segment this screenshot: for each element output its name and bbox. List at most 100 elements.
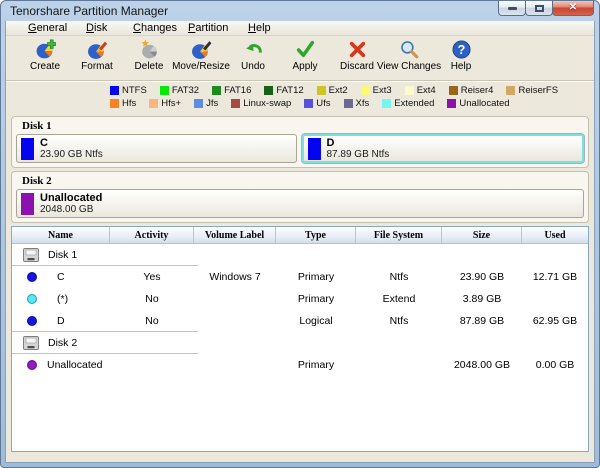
table-row-disk2[interactable]: Disk 2 [12, 332, 588, 354]
legend-reiserfs: ReiserFS [506, 85, 558, 96]
col-used[interactable]: Used [522, 227, 588, 243]
row-name: Disk 1 [48, 249, 77, 261]
filesystem-legend: NTFS FAT32 FAT16 FAT12 Ext2 Ext3 Ext4 Re… [6, 82, 594, 113]
legend-ntfs: NTFS [110, 85, 147, 96]
client-area: General Disk Changes Partition Help Crea… [5, 21, 595, 463]
partition-block-d[interactable]: D 87.89 GB Ntfs [302, 134, 585, 163]
table-header: Name Activity Volume Label Type File Sys… [12, 227, 588, 244]
reiser4-swatch [449, 86, 458, 95]
table-row-c[interactable]: C Yes Windows 7 Primary Ntfs 23.90 GB 12… [12, 266, 588, 288]
help-button[interactable]: ? Help [435, 39, 487, 80]
maximize-button[interactable] [525, 1, 553, 16]
legend-fat32: FAT32 [160, 85, 199, 96]
partition-c-info: 23.90 GB Ntfs [40, 149, 103, 160]
fat32-swatch [160, 86, 169, 95]
table-row-extended[interactable]: (*) No Primary Extend 3.89 GB [12, 288, 588, 310]
minimize-button[interactable] [498, 1, 526, 16]
legend-ufs: Ufs [304, 98, 330, 109]
ext3-swatch [361, 86, 370, 95]
disk1-panel: Disk 1 C 23.90 GB Ntfs D 87.89 GB Ntfs [11, 116, 589, 168]
hfsplus-swatch [149, 99, 158, 108]
row-name: (*) [57, 293, 68, 305]
disk1-label: Disk 1 [15, 119, 585, 134]
close-icon: ✕ [569, 3, 577, 13]
legend-extended: Extended [382, 98, 434, 109]
discard-button[interactable]: Discard [331, 39, 383, 80]
legend-jfs: Jfs [194, 98, 218, 109]
reiserfs-swatch [506, 86, 515, 95]
menu-partition[interactable]: Partition [186, 21, 246, 35]
menu-disk[interactable]: Disk [84, 21, 131, 35]
table-row-disk1[interactable]: Disk 1 [12, 244, 588, 266]
caption-buttons: ✕ [499, 1, 594, 16]
col-volume-label[interactable]: Volume Label [194, 227, 276, 243]
discard-icon [347, 39, 368, 60]
col-file-system[interactable]: File System [356, 227, 442, 243]
legend-fat12: FAT12 [264, 85, 303, 96]
partition-dot-icon [27, 272, 37, 282]
close-button[interactable]: ✕ [552, 1, 594, 16]
fat16-swatch [212, 86, 221, 95]
legend-hfsplus: Hfs+ [149, 98, 181, 109]
col-type[interactable]: Type [276, 227, 356, 243]
fat12-swatch [264, 86, 273, 95]
partition-d-color [308, 138, 321, 160]
table-row-d[interactable]: D No Logical Ntfs 87.89 GB 62.95 GB [12, 310, 588, 332]
delete-icon [139, 39, 160, 60]
col-activity[interactable]: Activity [110, 227, 194, 243]
disk2-label: Disk 2 [15, 174, 585, 189]
legend-row-1: NTFS FAT32 FAT16 FAT12 Ext2 Ext3 Ext4 Re… [110, 84, 594, 97]
legend-hfs: Hfs [110, 98, 136, 109]
undo-icon [243, 39, 264, 60]
maximize-icon [535, 5, 544, 12]
partition-c-color [21, 138, 34, 160]
toolbar: Create Format Delete [6, 36, 594, 80]
disk1-partition-map: C 23.90 GB Ntfs D 87.89 GB Ntfs [15, 134, 585, 163]
menu-help[interactable]: Help [246, 21, 286, 35]
jfs-swatch [194, 99, 203, 108]
legend-ext3: Ext3 [361, 85, 392, 96]
menu-changes[interactable]: Changes [131, 21, 186, 35]
row-name: C [57, 271, 65, 283]
move-resize-icon [191, 39, 212, 60]
create-icon [35, 39, 56, 60]
view-changes-button[interactable]: View Changes [383, 39, 435, 80]
hfs-swatch [110, 99, 119, 108]
create-button[interactable]: Create [19, 39, 71, 80]
row-name: Unallocated [47, 359, 102, 371]
partition-table: Name Activity Volume Label Type File Sys… [11, 226, 589, 452]
disk-drive-icon [23, 248, 39, 262]
format-icon [87, 39, 108, 60]
ext2-swatch [317, 86, 326, 95]
partition-unallocated-color [21, 193, 34, 215]
ntfs-swatch [110, 86, 119, 95]
ufs-swatch [304, 99, 313, 108]
help-icon: ? [451, 39, 472, 60]
move-resize-button[interactable]: Move/Resize [175, 39, 227, 80]
partition-block-unallocated[interactable]: Unallocated 2048.00 GB [16, 189, 584, 218]
partition-unallocated-name: Unallocated [40, 192, 102, 204]
col-size[interactable]: Size [442, 227, 522, 243]
col-name[interactable]: Name [12, 227, 110, 243]
partition-dot-icon [27, 294, 37, 304]
row-name: Disk 2 [48, 337, 77, 349]
svg-text:?: ? [457, 43, 465, 57]
partition-d-name: D [327, 137, 390, 149]
disk2-panel: Disk 2 Unallocated 2048.00 GB [11, 171, 589, 223]
title-bar[interactable]: Tenorshare Partition Manager ✕ [5, 1, 595, 21]
format-button[interactable]: Format [71, 39, 123, 80]
row-name: D [57, 315, 65, 327]
partition-c-name: C [40, 137, 103, 149]
extended-swatch [382, 99, 391, 108]
apply-button[interactable]: Apply [279, 39, 331, 80]
partition-block-c[interactable]: C 23.90 GB Ntfs [16, 134, 297, 163]
view-changes-icon [399, 39, 420, 60]
menu-general[interactable]: General [26, 21, 84, 35]
delete-button[interactable]: Delete [123, 39, 175, 80]
apply-icon [295, 39, 316, 60]
legend-fat16: FAT16 [212, 85, 251, 96]
table-row-unallocated[interactable]: Unallocated Primary 2048.00 GB 0.00 GB [12, 354, 588, 376]
app-window: Tenorshare Partition Manager ✕ General D… [0, 0, 600, 468]
disk-drive-icon [23, 336, 39, 350]
undo-button[interactable]: Undo [227, 39, 279, 80]
